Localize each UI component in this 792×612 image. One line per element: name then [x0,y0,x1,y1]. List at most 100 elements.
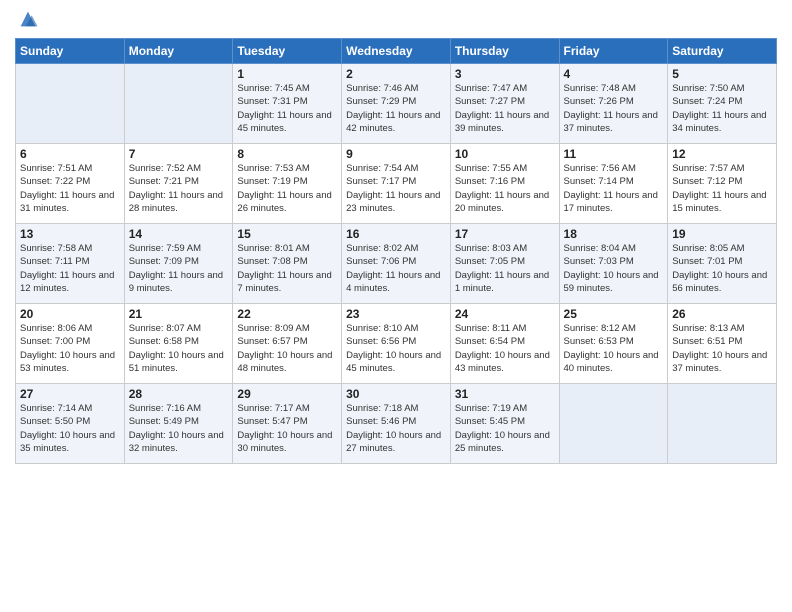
calendar-cell: 7Sunrise: 7:52 AM Sunset: 7:21 PM Daylig… [124,144,233,224]
day-number: 24 [455,307,555,321]
day-number: 20 [20,307,120,321]
day-info: Sunrise: 7:56 AM Sunset: 7:14 PM Dayligh… [564,162,664,215]
day-info: Sunrise: 8:06 AM Sunset: 7:00 PM Dayligh… [20,322,120,375]
day-info: Sunrise: 7:51 AM Sunset: 7:22 PM Dayligh… [20,162,120,215]
day-of-week-header: Saturday [668,39,777,64]
day-info: Sunrise: 7:46 AM Sunset: 7:29 PM Dayligh… [346,82,446,135]
day-number: 7 [129,147,229,161]
header-row: SundayMondayTuesdayWednesdayThursdayFrid… [16,39,777,64]
day-info: Sunrise: 7:16 AM Sunset: 5:49 PM Dayligh… [129,402,229,455]
day-info: Sunrise: 7:55 AM Sunset: 7:16 PM Dayligh… [455,162,555,215]
day-number: 15 [237,227,337,241]
day-number: 16 [346,227,446,241]
day-info: Sunrise: 7:57 AM Sunset: 7:12 PM Dayligh… [672,162,772,215]
day-info: Sunrise: 7:18 AM Sunset: 5:46 PM Dayligh… [346,402,446,455]
day-number: 31 [455,387,555,401]
calendar-week-row: 27Sunrise: 7:14 AM Sunset: 5:50 PM Dayli… [16,384,777,464]
day-number: 10 [455,147,555,161]
calendar-cell: 4Sunrise: 7:48 AM Sunset: 7:26 PM Daylig… [559,64,668,144]
day-number: 2 [346,67,446,81]
day-info: Sunrise: 8:12 AM Sunset: 6:53 PM Dayligh… [564,322,664,375]
day-number: 4 [564,67,664,81]
day-info: Sunrise: 7:14 AM Sunset: 5:50 PM Dayligh… [20,402,120,455]
day-info: Sunrise: 7:50 AM Sunset: 7:24 PM Dayligh… [672,82,772,135]
calendar-cell: 28Sunrise: 7:16 AM Sunset: 5:49 PM Dayli… [124,384,233,464]
day-info: Sunrise: 7:17 AM Sunset: 5:47 PM Dayligh… [237,402,337,455]
day-number: 18 [564,227,664,241]
day-number: 30 [346,387,446,401]
calendar-table: SundayMondayTuesdayWednesdayThursdayFrid… [15,38,777,464]
calendar-cell: 14Sunrise: 7:59 AM Sunset: 7:09 PM Dayli… [124,224,233,304]
day-info: Sunrise: 8:07 AM Sunset: 6:58 PM Dayligh… [129,322,229,375]
day-number: 23 [346,307,446,321]
day-number: 5 [672,67,772,81]
day-of-week-header: Tuesday [233,39,342,64]
calendar-cell: 2Sunrise: 7:46 AM Sunset: 7:29 PM Daylig… [342,64,451,144]
day-info: Sunrise: 7:48 AM Sunset: 7:26 PM Dayligh… [564,82,664,135]
day-number: 17 [455,227,555,241]
day-number: 27 [20,387,120,401]
day-info: Sunrise: 7:59 AM Sunset: 7:09 PM Dayligh… [129,242,229,295]
calendar-cell: 8Sunrise: 7:53 AM Sunset: 7:19 PM Daylig… [233,144,342,224]
day-of-week-header: Friday [559,39,668,64]
day-number: 19 [672,227,772,241]
calendar-cell: 11Sunrise: 7:56 AM Sunset: 7:14 PM Dayli… [559,144,668,224]
calendar-cell: 3Sunrise: 7:47 AM Sunset: 7:27 PM Daylig… [450,64,559,144]
logo [15,10,39,30]
calendar-cell: 23Sunrise: 8:10 AM Sunset: 6:56 PM Dayli… [342,304,451,384]
day-number: 13 [20,227,120,241]
day-info: Sunrise: 8:09 AM Sunset: 6:57 PM Dayligh… [237,322,337,375]
calendar-cell: 10Sunrise: 7:55 AM Sunset: 7:16 PM Dayli… [450,144,559,224]
calendar-cell: 1Sunrise: 7:45 AM Sunset: 7:31 PM Daylig… [233,64,342,144]
day-number: 21 [129,307,229,321]
logo-icon [17,8,39,30]
day-info: Sunrise: 7:45 AM Sunset: 7:31 PM Dayligh… [237,82,337,135]
calendar-cell [668,384,777,464]
day-number: 9 [346,147,446,161]
calendar-week-row: 20Sunrise: 8:06 AM Sunset: 7:00 PM Dayli… [16,304,777,384]
day-info: Sunrise: 8:13 AM Sunset: 6:51 PM Dayligh… [672,322,772,375]
day-number: 22 [237,307,337,321]
calendar-cell: 22Sunrise: 8:09 AM Sunset: 6:57 PM Dayli… [233,304,342,384]
day-number: 14 [129,227,229,241]
day-info: Sunrise: 8:03 AM Sunset: 7:05 PM Dayligh… [455,242,555,295]
calendar-cell: 30Sunrise: 7:18 AM Sunset: 5:46 PM Dayli… [342,384,451,464]
day-info: Sunrise: 7:19 AM Sunset: 5:45 PM Dayligh… [455,402,555,455]
calendar-cell: 18Sunrise: 8:04 AM Sunset: 7:03 PM Dayli… [559,224,668,304]
day-info: Sunrise: 8:10 AM Sunset: 6:56 PM Dayligh… [346,322,446,375]
day-number: 12 [672,147,772,161]
day-number: 26 [672,307,772,321]
day-number: 6 [20,147,120,161]
day-info: Sunrise: 8:02 AM Sunset: 7:06 PM Dayligh… [346,242,446,295]
day-number: 28 [129,387,229,401]
calendar-cell [559,384,668,464]
calendar-cell: 25Sunrise: 8:12 AM Sunset: 6:53 PM Dayli… [559,304,668,384]
day-info: Sunrise: 7:52 AM Sunset: 7:21 PM Dayligh… [129,162,229,215]
calendar-cell: 31Sunrise: 7:19 AM Sunset: 5:45 PM Dayli… [450,384,559,464]
calendar-cell: 27Sunrise: 7:14 AM Sunset: 5:50 PM Dayli… [16,384,125,464]
day-info: Sunrise: 8:01 AM Sunset: 7:08 PM Dayligh… [237,242,337,295]
day-of-week-header: Thursday [450,39,559,64]
calendar-week-row: 13Sunrise: 7:58 AM Sunset: 7:11 PM Dayli… [16,224,777,304]
calendar-cell: 17Sunrise: 8:03 AM Sunset: 7:05 PM Dayli… [450,224,559,304]
calendar-cell: 12Sunrise: 7:57 AM Sunset: 7:12 PM Dayli… [668,144,777,224]
calendar-cell: 16Sunrise: 8:02 AM Sunset: 7:06 PM Dayli… [342,224,451,304]
day-info: Sunrise: 8:04 AM Sunset: 7:03 PM Dayligh… [564,242,664,295]
day-of-week-header: Monday [124,39,233,64]
day-number: 3 [455,67,555,81]
day-info: Sunrise: 7:47 AM Sunset: 7:27 PM Dayligh… [455,82,555,135]
day-number: 8 [237,147,337,161]
calendar-cell: 6Sunrise: 7:51 AM Sunset: 7:22 PM Daylig… [16,144,125,224]
page-container: SundayMondayTuesdayWednesdayThursdayFrid… [0,0,792,474]
calendar-cell: 9Sunrise: 7:54 AM Sunset: 7:17 PM Daylig… [342,144,451,224]
calendar-cell: 19Sunrise: 8:05 AM Sunset: 7:01 PM Dayli… [668,224,777,304]
calendar-cell: 13Sunrise: 7:58 AM Sunset: 7:11 PM Dayli… [16,224,125,304]
day-number: 11 [564,147,664,161]
calendar-cell [16,64,125,144]
day-number: 25 [564,307,664,321]
calendar-cell: 29Sunrise: 7:17 AM Sunset: 5:47 PM Dayli… [233,384,342,464]
calendar-cell: 26Sunrise: 8:13 AM Sunset: 6:51 PM Dayli… [668,304,777,384]
calendar-week-row: 6Sunrise: 7:51 AM Sunset: 7:22 PM Daylig… [16,144,777,224]
day-number: 29 [237,387,337,401]
calendar-cell: 5Sunrise: 7:50 AM Sunset: 7:24 PM Daylig… [668,64,777,144]
